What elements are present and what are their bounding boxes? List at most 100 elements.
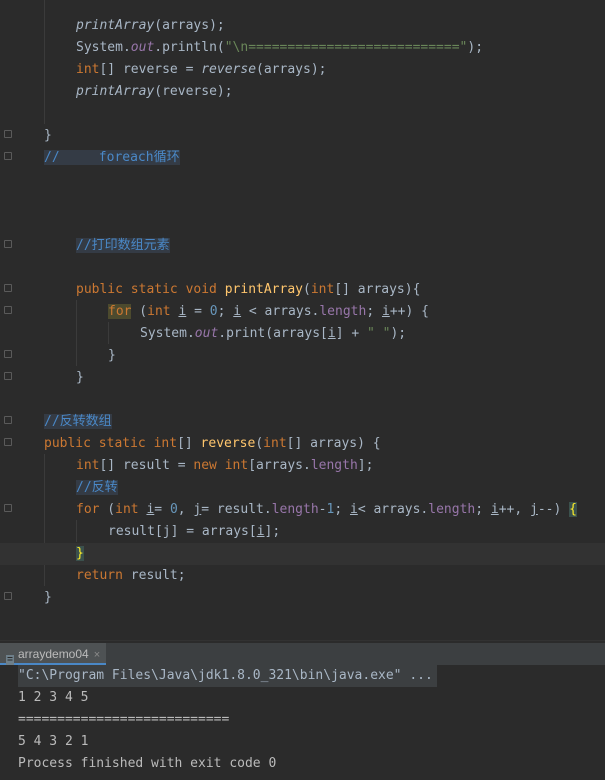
code-line: for (int i = 0; i < arrays.length; i++) … [0, 301, 605, 323]
comment: //反转数组 [44, 414, 112, 429]
method-call: reverse [201, 62, 257, 77]
code-token: [] arrays) { [286, 436, 381, 451]
variable: i [327, 326, 336, 341]
closing-brace: } [76, 370, 84, 385]
code-token: result; [122, 568, 186, 583]
console-exit-line: Process finished with exit code 0 [18, 756, 277, 771]
code-token: ]; [357, 458, 374, 473]
field: length [428, 502, 476, 517]
code-line: public static int[] reverse(int[] arrays… [0, 433, 605, 455]
comment: // foreach循环 [44, 150, 180, 165]
code-token: ] + [335, 326, 367, 341]
code-line: public static void printArray(int[] arra… [0, 279, 605, 301]
code-line: } [0, 345, 605, 367]
code-token: .print(arrays[ [218, 326, 328, 341]
code-token: --) [537, 502, 570, 517]
code-token: ( [131, 304, 148, 319]
keyword: int [153, 436, 178, 451]
code-token: < arrays. [357, 502, 429, 517]
code-token: - [318, 502, 327, 517]
code-token: < arrays. [241, 304, 320, 319]
code-editor[interactable]: printArray(arrays); System.out.println("… [0, 0, 605, 640]
code-line-current: } [0, 543, 605, 565]
code-line: // foreach循环 [0, 147, 605, 169]
code-line: return result; [0, 565, 605, 587]
code-token: System. [140, 326, 195, 341]
code-token: ; [334, 502, 350, 517]
code-line: int[] result = new int[arrays.length]; [0, 455, 605, 477]
variable: i [381, 304, 390, 319]
keyword: int [76, 458, 100, 473]
console-output-line: 1 2 3 4 5 [18, 690, 89, 705]
field: length [310, 458, 358, 473]
code-token: ; [366, 304, 382, 319]
code-token: ; [475, 502, 491, 517]
code-line: //反转 [0, 477, 605, 499]
matched-brace: } [76, 546, 84, 561]
code-token: [] [177, 436, 201, 451]
keyword: for [76, 502, 100, 517]
code-token: [] reverse = [99, 62, 202, 77]
code-token: ); [390, 326, 407, 341]
code-token: ( [99, 502, 116, 517]
code-line: } [0, 125, 605, 147]
code-token: (arrays); [256, 62, 327, 77]
keyword: int [310, 282, 335, 297]
method-declaration: reverse [200, 436, 256, 451]
code-token: ]; [264, 524, 281, 539]
number-literal: 0 [209, 304, 218, 319]
code-token: ++, [498, 502, 531, 517]
variable: i [256, 524, 265, 539]
number-literal: 0 [169, 502, 178, 517]
closing-brace: } [44, 590, 52, 605]
field: length [271, 502, 319, 517]
keyword: int [263, 436, 287, 451]
code-line: //打印数组元素 [0, 235, 605, 257]
code-token: (reverse); [154, 84, 233, 99]
code-token: ; [217, 304, 234, 319]
code-token: result[j] = arrays[ [108, 524, 257, 539]
closing-brace: } [108, 348, 116, 363]
code-token: [arrays. [248, 458, 311, 473]
field: length [319, 304, 367, 319]
code-line: printArray(arrays); [0, 15, 605, 37]
code-token: .println( [154, 40, 225, 55]
string-literal: " " [367, 326, 391, 341]
keyword: int [115, 502, 147, 517]
console-command-line[interactable]: "C:\Program Files\Java\jdk1.8.0_321\bin\… [18, 665, 437, 687]
code-line: for (int i= 0, j= result.length-1; i< ar… [0, 499, 605, 521]
method-declaration: printArray [224, 282, 303, 297]
code-line: //反转数组 [0, 411, 605, 433]
keyword: int [76, 62, 100, 77]
matched-brace: { [569, 502, 577, 517]
code-token: ( [255, 436, 264, 451]
code-token: ( [303, 282, 311, 297]
code-token: ); [467, 40, 484, 55]
variable: i [233, 304, 242, 319]
code-token: [] result = [99, 458, 194, 473]
keyword: for [108, 304, 132, 319]
code-token: = [154, 502, 170, 517]
code-token: = [186, 304, 210, 319]
console-output-line: =========================== [18, 712, 230, 727]
code-token: = result. [201, 502, 272, 517]
string-literal-rest: ===========================" [248, 40, 468, 55]
variable: i [349, 502, 358, 517]
keyword: int [147, 304, 179, 319]
static-field: out [130, 40, 155, 55]
code-line: System.out.print(arrays[i] + " "); [0, 323, 605, 345]
closing-brace: } [44, 128, 52, 143]
keyword: int [224, 458, 249, 473]
keyword: public static [44, 436, 154, 451]
code-line: result[j] = arrays[i]; [0, 521, 605, 543]
code-token: System. [76, 40, 131, 55]
run-tab[interactable]: arraydemo04 × [0, 643, 107, 665]
run-tab-bar: arraydemo04 × [0, 643, 605, 665]
console-output-line: 5 4 3 2 1 [18, 734, 89, 749]
code-line: } [0, 367, 605, 389]
close-icon[interactable]: × [94, 649, 100, 661]
escape-sequence: "\n [224, 40, 249, 55]
string-literal: "\n===========================" [225, 40, 468, 55]
code-token: [] arrays){ [334, 282, 421, 297]
code-line: } [0, 587, 605, 609]
